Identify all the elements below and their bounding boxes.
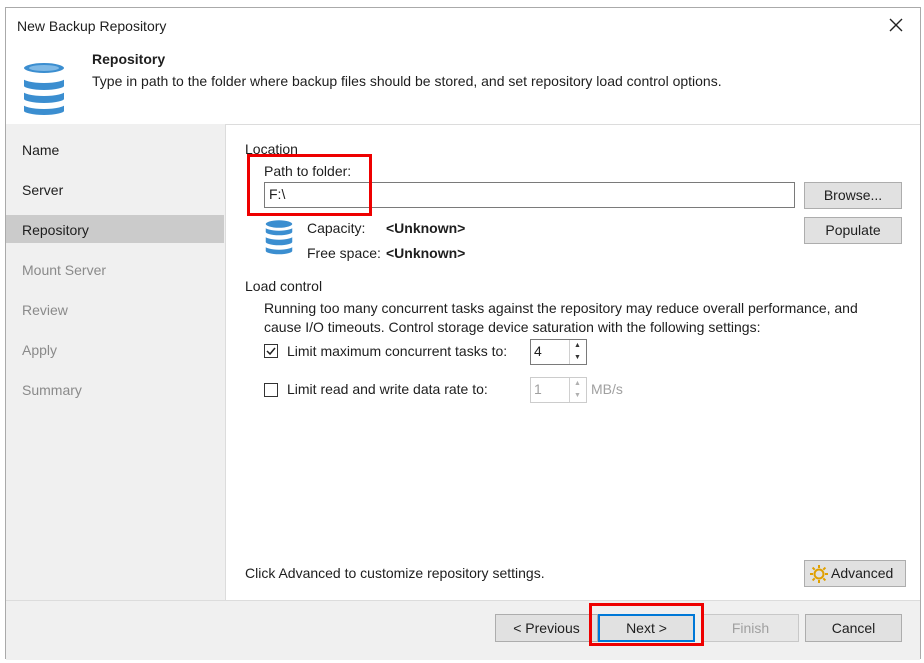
stepper-arrows: ▲ ▼ [569, 378, 586, 402]
load-control-description-line2: cause I/O timeouts. Control storage devi… [264, 319, 761, 335]
limit-tasks-label: Limit maximum concurrent tasks to: [287, 343, 508, 359]
data-rate-unit: MB/s [591, 381, 623, 397]
populate-button[interactable]: Populate [804, 217, 902, 244]
close-button[interactable] [882, 14, 910, 38]
wizard-body: Name Server Repository Mount Server Revi… [6, 124, 920, 600]
path-to-folder-input[interactable]: F:\ [264, 182, 795, 208]
load-control-description-line1: Running too many concurrent tasks agains… [264, 300, 858, 316]
next-button[interactable]: Next > [598, 614, 695, 642]
capacity-label: Capacity: [307, 220, 366, 236]
limit-rate-checkbox[interactable] [264, 383, 278, 397]
concurrent-tasks-value: 4 [534, 343, 542, 359]
data-rate-value: 1 [534, 381, 542, 397]
free-space-value: <Unknown> [386, 245, 466, 261]
concurrent-tasks-stepper[interactable]: 4 ▲ ▼ [530, 339, 587, 365]
new-backup-repository-dialog: New Backup Repository Repository Type in… [5, 7, 921, 660]
load-control-group-label: Load control [245, 278, 323, 294]
capacity-value: <Unknown> [386, 220, 466, 236]
stepper-arrows: ▲ ▼ [569, 340, 586, 364]
stepper-down-icon[interactable]: ▼ [570, 352, 585, 364]
advanced-hint: Click Advanced to customize repository s… [245, 565, 545, 581]
path-to-folder-label: Path to folder: [264, 163, 352, 179]
stepper-up-icon[interactable]: ▲ [570, 378, 585, 390]
nav-item-mount-server[interactable]: Mount Server [22, 262, 106, 278]
nav-item-name[interactable]: Name [22, 142, 59, 158]
nav-item-apply[interactable]: Apply [22, 342, 57, 358]
window-title: New Backup Repository [17, 18, 167, 34]
nav-item-summary[interactable]: Summary [22, 382, 82, 398]
storage-database-icon [264, 218, 294, 256]
nav-item-review[interactable]: Review [22, 302, 68, 318]
advanced-button-label: Advanced [831, 565, 894, 581]
location-group-label: Location [245, 141, 298, 157]
repository-database-icon [20, 59, 68, 117]
step-description: Type in path to the folder where backup … [92, 73, 722, 89]
checkmark-icon [266, 347, 276, 356]
cancel-button[interactable]: Cancel [805, 614, 902, 642]
previous-button[interactable]: < Previous [495, 614, 598, 642]
step-title: Repository [92, 51, 166, 67]
nav-item-server[interactable]: Server [22, 182, 63, 198]
step-content-panel: Location Path to folder: F:\ Browse... P… [225, 124, 920, 600]
stepper-down-icon[interactable]: ▼ [570, 390, 585, 402]
advanced-button[interactable]: Advanced [804, 560, 906, 587]
browse-button[interactable]: Browse... [804, 182, 902, 209]
finish-button[interactable]: Finish [702, 614, 799, 642]
wizard-header: Repository Type in path to the folder wh… [6, 44, 920, 124]
nav-item-repository[interactable]: Repository [22, 222, 89, 238]
close-icon [889, 18, 903, 32]
gear-icon [810, 565, 828, 583]
limit-tasks-checkbox[interactable] [264, 344, 278, 358]
stepper-up-icon[interactable]: ▲ [570, 340, 585, 352]
free-space-label: Free space: [307, 245, 381, 261]
limit-rate-label: Limit read and write data rate to: [287, 381, 488, 397]
data-rate-stepper[interactable]: 1 ▲ ▼ [530, 377, 587, 403]
wizard-footer: < Previous Next > Finish Cancel [6, 600, 920, 660]
title-bar: New Backup Repository [6, 8, 920, 44]
